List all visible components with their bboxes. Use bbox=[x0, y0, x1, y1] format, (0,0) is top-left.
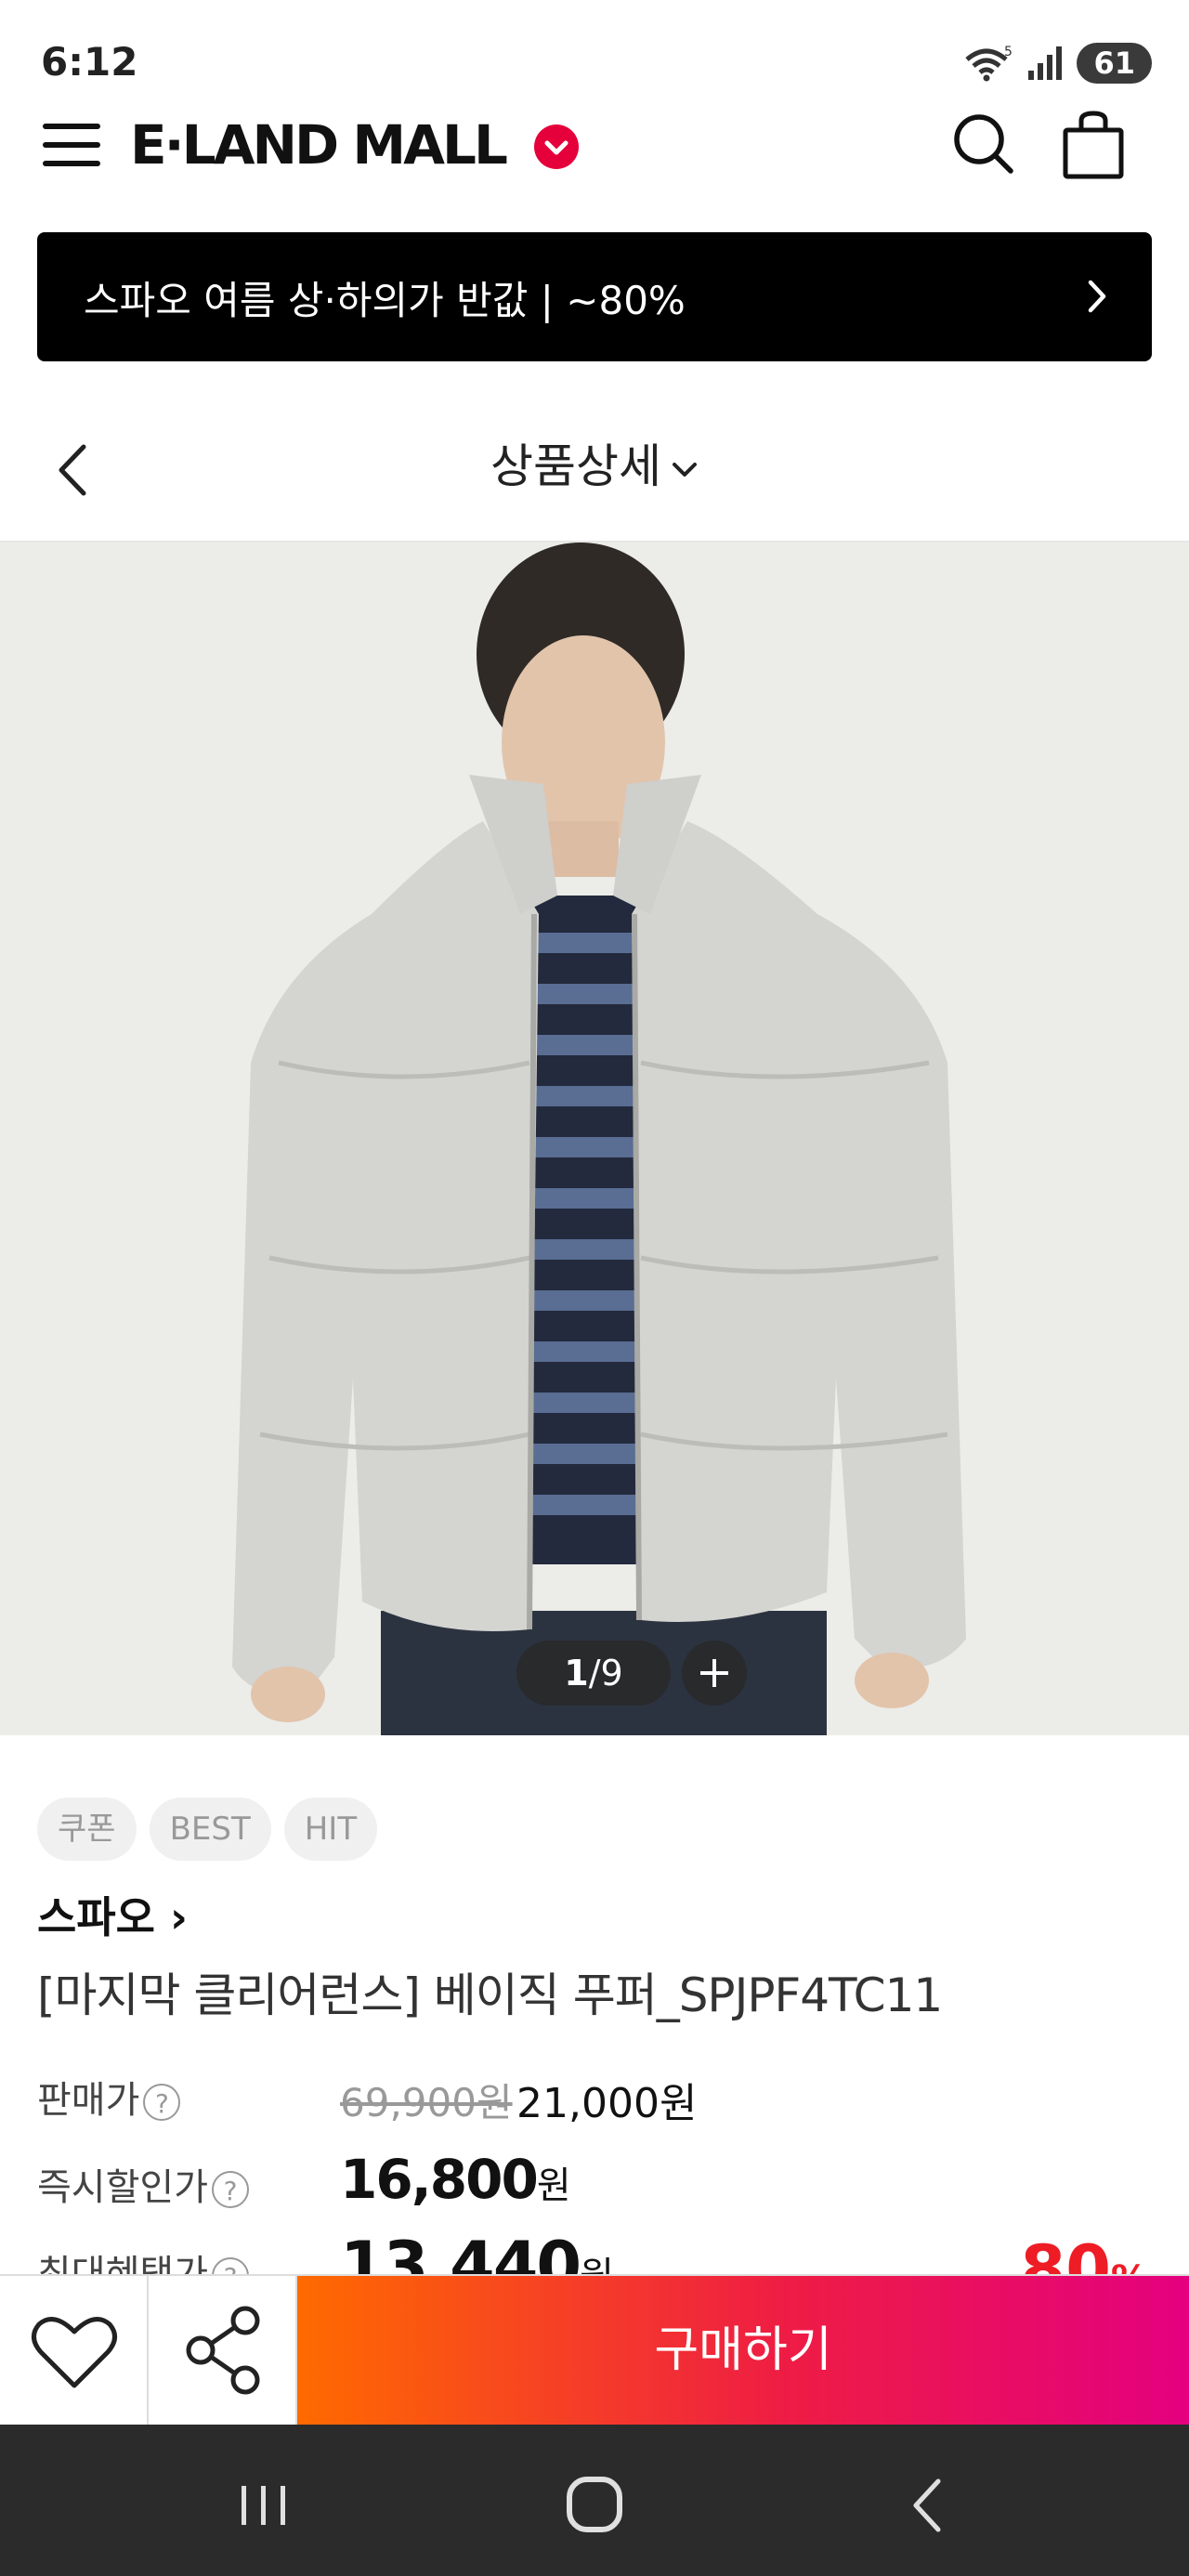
sale-price-label: 판매가? bbox=[37, 2070, 181, 2124]
shopping-bag-icon[interactable] bbox=[1061, 110, 1126, 180]
signal-icon bbox=[1028, 46, 1063, 80]
heart-icon bbox=[32, 2317, 117, 2388]
chevron-down-icon bbox=[673, 462, 697, 477]
battery-indicator: 61 bbox=[1077, 43, 1152, 84]
help-icon[interactable]: ? bbox=[143, 2084, 181, 2121]
page-title-label: 상품상세 bbox=[490, 439, 661, 493]
product-name: [마지막 클리어런스] 베이직 푸퍼_SPJPF4TC11 bbox=[37, 1968, 943, 2022]
sale-price: 21,000원 bbox=[516, 2080, 698, 2127]
chevron-right-icon: › bbox=[169, 1892, 188, 1942]
brand-link[interactable]: 스파오 › bbox=[37, 1884, 188, 1945]
zoom-button[interactable] bbox=[682, 1641, 747, 1706]
badge-hit: HIT bbox=[283, 1798, 378, 1861]
buy-button[interactable]: 구매하기 bbox=[297, 2276, 1189, 2425]
system-back-icon[interactable] bbox=[907, 2476, 947, 2535]
instant-discount-label: 즉시할인가? bbox=[37, 2157, 249, 2211]
brand-logo-badge-icon bbox=[534, 124, 579, 169]
search-icon[interactable] bbox=[951, 111, 1016, 177]
share-button[interactable] bbox=[149, 2276, 297, 2425]
recents-icon[interactable] bbox=[238, 2482, 290, 2529]
original-price: 69,900원 bbox=[340, 2080, 513, 2125]
promo-banner[interactable]: 스파오 여름 상·하의가 반값 | ~80% bbox=[37, 232, 1152, 361]
help-icon[interactable]: ? bbox=[212, 2171, 249, 2208]
svg-text:5: 5 bbox=[1004, 45, 1013, 59]
wifi-icon: 5 bbox=[965, 45, 1013, 82]
image-counter: 1/9 bbox=[516, 1641, 671, 1706]
badge-coupon: 쿠폰 bbox=[37, 1798, 137, 1861]
page-title[interactable]: 상품상세 bbox=[0, 429, 1189, 496]
share-icon bbox=[186, 2306, 260, 2395]
menu-icon[interactable] bbox=[43, 124, 100, 170]
badge-list: 쿠폰 BEST HIT bbox=[37, 1798, 378, 1861]
status-time: 6:12 bbox=[41, 39, 138, 85]
brand-logo[interactable]: E·LAND MALL bbox=[130, 113, 508, 177]
chevron-right-icon bbox=[1088, 280, 1106, 313]
product-image[interactable] bbox=[0, 543, 1189, 1735]
instant-discount-price: 16,800원 bbox=[340, 2148, 571, 2211]
plus-icon bbox=[700, 1659, 728, 1687]
wishlist-button[interactable] bbox=[0, 2276, 149, 2425]
badge-best: BEST bbox=[149, 1798, 271, 1861]
status-icons: 5 61 bbox=[963, 43, 1152, 84]
promo-text: 스파오 여름 상·하의가 반값 | ~80% bbox=[84, 278, 686, 323]
home-icon[interactable] bbox=[567, 2477, 622, 2532]
product-photo bbox=[0, 543, 1189, 1735]
